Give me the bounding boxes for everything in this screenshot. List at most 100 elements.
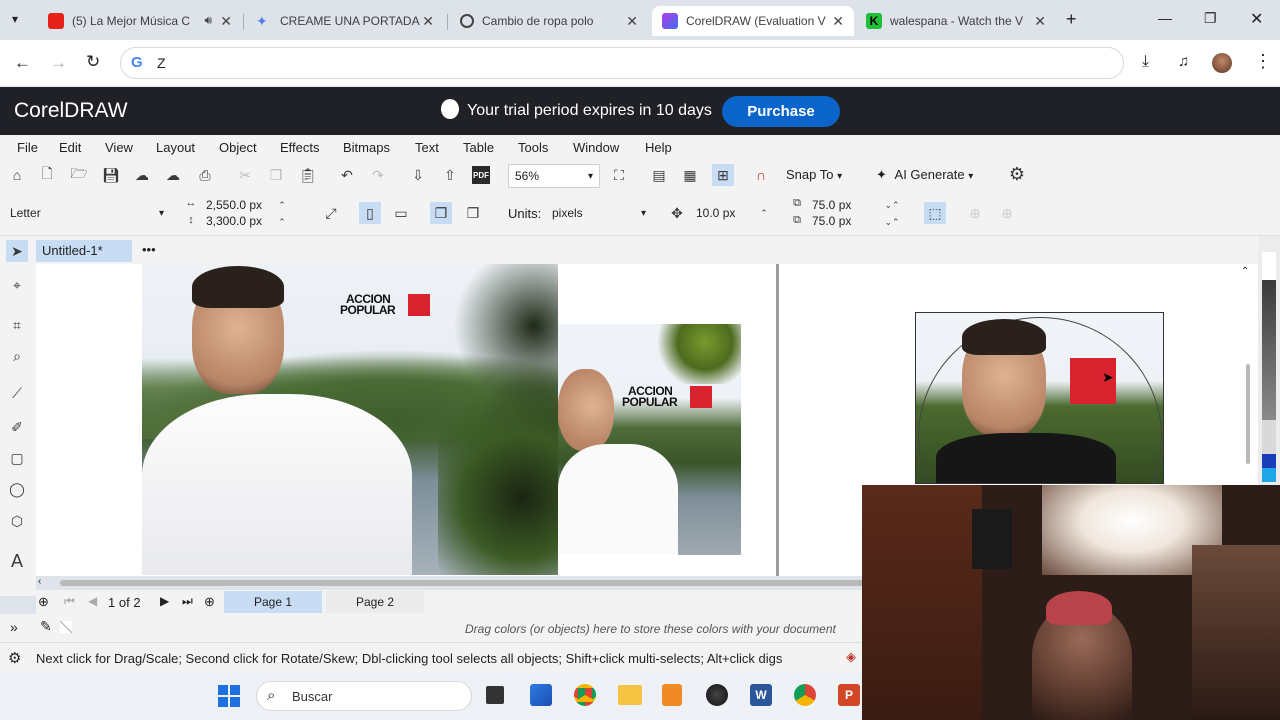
spin-arrows-icon[interactable]: ⌃	[276, 213, 288, 231]
rectangle-tool-icon[interactable]: ▢	[8, 449, 26, 467]
close-icon[interactable]: ✕	[832, 13, 844, 30]
pdf-icon[interactable]: PDF	[472, 166, 490, 184]
ai-generate-menu[interactable]: ✦ AI Generate ▾	[876, 167, 973, 183]
pick-tool-icon[interactable]: ➤	[6, 240, 28, 262]
window-close-button[interactable]: ✕	[1250, 9, 1263, 29]
address-bar[interactable]: G Z	[120, 47, 1124, 79]
gear-icon[interactable]: ⚙	[1008, 164, 1026, 184]
chrome-profile-icon[interactable]	[794, 684, 816, 706]
menu-bitmaps[interactable]: Bitmaps	[343, 140, 390, 155]
menu-help[interactable]: Help	[645, 140, 672, 155]
browser-tab-active[interactable]: CorelDRAW (Evaluation V ✕	[652, 6, 854, 36]
home-icon[interactable]: ⌂	[8, 166, 26, 184]
restore-button[interactable]: ❐	[1204, 10, 1217, 27]
kebab-menu-icon[interactable]: ⋮	[1254, 51, 1272, 72]
nudge-distance-field[interactable]: 10.0 px	[696, 206, 735, 220]
eyedropper-icon[interactable]: ✎	[40, 618, 52, 635]
magnet-icon[interactable]: ∩	[752, 166, 770, 184]
back-button[interactable]: ←	[14, 53, 31, 73]
forward-button[interactable]: →	[50, 53, 67, 73]
units-select[interactable]: pixels ▾	[546, 201, 652, 225]
scroll-left-icon[interactable]: ‹	[38, 576, 41, 587]
menu-view[interactable]: View	[105, 140, 133, 155]
page-size-select[interactable]: Letter ▾	[4, 201, 170, 225]
browser-tab[interactable]: K walespana - Watch the V ✕	[856, 6, 1056, 36]
no-color-swatch[interactable]	[60, 621, 72, 633]
menu-tools[interactable]: Tools	[518, 140, 548, 155]
page-height-field[interactable]: 3,300.0 px	[206, 214, 262, 228]
zoom-to-page-icon[interactable]: ⛶	[610, 166, 628, 184]
browser-tab[interactable]: ✦ CREAME UNA PORTADA ✕	[246, 6, 444, 36]
spin-arrows-icon[interactable]: ⌃	[758, 204, 770, 222]
more-options-icon[interactable]: •••	[142, 242, 156, 257]
media-player-icon[interactable]	[662, 684, 682, 706]
page-width-field[interactable]: 2,550.0 px	[206, 198, 262, 212]
palette-swatch-light[interactable]	[1262, 420, 1276, 454]
open-folder-icon[interactable]: 🗁︎	[70, 165, 88, 184]
redo-icon[interactable]: ↷	[369, 166, 387, 184]
current-page-icon[interactable]: ❐	[464, 204, 482, 222]
word-icon[interactable]: W	[750, 684, 772, 706]
close-icon[interactable]: ✕	[1034, 13, 1046, 30]
duplicate-y-field[interactable]: 75.0 px	[812, 214, 851, 228]
new-document-icon[interactable]: 🗋︎	[38, 165, 56, 184]
menu-table[interactable]: Table	[463, 140, 494, 155]
resize-page-icon[interactable]: ⤢	[322, 204, 340, 222]
store-icon[interactable]	[530, 684, 552, 706]
last-page-icon[interactable]: ⏭	[182, 594, 193, 609]
speaker-icon[interactable]: 🔊︎	[204, 13, 212, 28]
ellipse-tool-icon[interactable]: ◯	[8, 480, 26, 498]
crop-tool-icon[interactable]: ⌗	[8, 316, 26, 334]
page-tab-2[interactable]: Page 2	[326, 591, 424, 613]
portrait-photo-circle[interactable]: ➤	[915, 312, 1164, 484]
new-tab-button[interactable]: +	[1066, 9, 1077, 30]
export-icon[interactable]: ⇧	[441, 166, 459, 184]
palette-swatch-black[interactable]	[1262, 280, 1276, 420]
tab-search-chevron-icon[interactable]: ▾	[12, 12, 18, 26]
avatar[interactable]	[1212, 53, 1232, 73]
portrait-photo-large[interactable]: ACCION POPULAR	[142, 264, 558, 575]
palette-swatch-cyan[interactable]	[1262, 468, 1276, 482]
menu-object[interactable]: Object	[219, 140, 257, 155]
first-page-icon[interactable]: ⏮	[64, 594, 75, 609]
page-tab-1[interactable]: Page 1	[224, 591, 322, 613]
portrait-photo-medium[interactable]: ACCION POPULAR	[558, 324, 741, 555]
windows-start-icon[interactable]	[218, 685, 240, 707]
artistic-media-icon[interactable]: ✐	[8, 418, 26, 436]
file-explorer-icon[interactable]	[618, 685, 642, 705]
paste-icon[interactable]: 📋︎	[299, 166, 317, 184]
show-grid-icon[interactable]: ▦	[681, 166, 699, 184]
import-icon[interactable]: ⇩	[409, 166, 427, 184]
powerpoint-icon[interactable]: P	[838, 684, 860, 706]
prev-page-icon[interactable]: ◀	[88, 594, 97, 608]
taskbar-search[interactable]: ⌕ Buscar	[256, 681, 472, 711]
chrome-icon[interactable]	[574, 684, 596, 706]
zoom-level-select[interactable]: 56% ▾	[508, 164, 600, 188]
horizontal-scrollbar[interactable]	[60, 580, 864, 586]
media-control-icon[interactable]: ♫	[1178, 53, 1189, 70]
cloud-icon[interactable]: ☁	[133, 166, 151, 184]
landscape-icon[interactable]: ▭	[392, 204, 410, 222]
vertical-scrollbar[interactable]	[1246, 364, 1250, 464]
full-screen-preview-icon[interactable]: ▤	[650, 166, 668, 184]
menu-text[interactable]: Text	[415, 140, 439, 155]
palette-swatch-blue[interactable]	[1262, 454, 1276, 468]
text-tool-icon[interactable]: A	[8, 551, 26, 571]
duplicate-x-field[interactable]: 75.0 px	[812, 198, 851, 212]
close-icon[interactable]: ✕	[422, 13, 434, 30]
gear-icon[interactable]: ⚙	[8, 649, 21, 667]
task-view-icon[interactable]	[486, 686, 504, 704]
menu-edit[interactable]: Edit	[59, 140, 81, 155]
undo-icon[interactable]: ↶	[338, 166, 356, 184]
menu-file[interactable]: File	[17, 140, 38, 155]
print-icon[interactable]: ⎙	[196, 166, 214, 184]
snap-guides-icon[interactable]: ⊞	[712, 164, 734, 186]
add-page-after-icon[interactable]: ⊕	[204, 594, 215, 610]
spin-arrows-icon[interactable]: ⌄⌃	[880, 213, 904, 231]
reload-button[interactable]: ↻	[86, 52, 100, 72]
shape-tool-icon[interactable]: ⌖	[8, 276, 26, 294]
snap-to-menu[interactable]: Snap To ▾	[786, 167, 842, 182]
expand-icon[interactable]: »	[10, 619, 18, 635]
menu-window[interactable]: Window	[573, 140, 619, 155]
download-icon[interactable]: ⤓	[1142, 53, 1149, 71]
